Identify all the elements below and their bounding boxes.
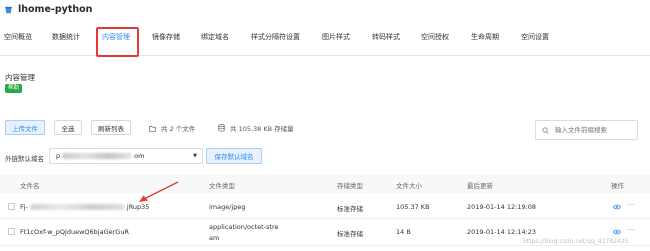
tab-overview[interactable]: 空间概览 <box>4 32 32 42</box>
more-icon[interactable]: ··· <box>627 201 635 209</box>
tab-statistics[interactable]: 数据统计 <box>52 32 80 42</box>
page-title: 内容管理 <box>5 73 35 82</box>
file-name-prefix: Fj- <box>20 203 28 211</box>
file-count-text: 共 2 个文件 <box>161 125 196 133</box>
file-size: 105.37 KB <box>396 203 430 211</box>
storage-type: 标准存储 <box>337 230 363 238</box>
tab-mirror-storage[interactable]: 镜像存储 <box>152 32 180 42</box>
file-name-redacted <box>29 204 125 210</box>
domain-redacted <box>62 153 133 159</box>
table-row[interactable]: Fj-jRup35 image/jpeg 标准存储 105.37 KB 2019… <box>0 195 650 219</box>
search-input[interactable] <box>555 126 635 134</box>
upload-button[interactable]: 上传文件 <box>5 120 45 135</box>
last-updated: 2019-01-14 12:14:23 <box>467 228 537 236</box>
file-size: 14 B <box>396 228 411 236</box>
storage-total-text: 共 105.38 KB 存储量 <box>230 125 294 133</box>
tab-image-style[interactable]: 图片样式 <box>322 32 350 42</box>
bucket-name: lhome-python <box>18 3 93 15</box>
domain-label: 外链默认域名 <box>5 155 44 163</box>
last-updated: 2019-01-14 12:19:08 <box>467 203 537 211</box>
refresh-button[interactable]: 刷新列表 <box>91 120 131 135</box>
watermark: https://blog.csdn.net/qq_41782425 <box>523 238 629 245</box>
file-type: image/jpeg <box>209 203 246 211</box>
eye-icon[interactable] <box>613 229 621 235</box>
column-header-actions: 操作 <box>611 182 624 190</box>
column-header-type: 文件类型 <box>209 182 235 190</box>
search-box[interactable] <box>535 120 638 140</box>
annotation-arrow-icon <box>139 181 179 202</box>
bucket-header: lhome-python <box>4 2 92 16</box>
file-count: 共 2 个文件 <box>149 123 195 133</box>
tab-bind-domain[interactable]: 绑定域名 <box>201 32 229 42</box>
search-icon <box>542 126 549 134</box>
row-checkbox[interactable] <box>8 203 15 210</box>
file-type-line1: application/octet-stre <box>209 223 279 231</box>
domain-prefix: p <box>56 152 61 160</box>
file-name[interactable]: Fj-jRup35 <box>20 203 149 211</box>
eye-icon[interactable] <box>613 204 621 210</box>
help-badge[interactable]: 帮助 <box>5 84 23 93</box>
tab-transcode-style[interactable]: 转码样式 <box>372 32 400 42</box>
tab-authorization[interactable]: 空间授权 <box>421 32 449 42</box>
save-domain-button[interactable]: 保存默认域名 <box>206 148 262 164</box>
select-all-button[interactable]: 全选 <box>54 120 82 135</box>
file-name[interactable]: Ft1cOxf-w_pQjduewQ6bjaGerGuR <box>20 228 129 236</box>
file-type-line2: am <box>209 234 220 242</box>
chevron-down-icon: ▼ <box>193 153 197 159</box>
folder-icon <box>149 125 156 132</box>
storage-type: 标准存储 <box>337 205 363 213</box>
cloud-icon <box>5 6 12 13</box>
column-header-filename: 文件名 <box>20 182 40 190</box>
more-icon[interactable]: ··· <box>627 226 635 234</box>
row-checkbox[interactable] <box>8 228 15 235</box>
column-header-updated: 最后更新 <box>467 182 493 190</box>
file-name-suffix: jRup35 <box>126 203 150 211</box>
column-header-storage: 存储类型 <box>337 182 363 190</box>
tab-style-separator[interactable]: 样式分隔符设置 <box>251 32 300 42</box>
active-tab-highlight <box>96 27 139 57</box>
domain-select[interactable]: p om ▼ <box>49 148 203 164</box>
domain-suffix: om <box>134 152 145 160</box>
column-header-size: 文件大小 <box>396 182 422 190</box>
table-header: 文件名 文件类型 存储类型 文件大小 最后更新 操作 <box>0 175 650 193</box>
database-icon <box>218 124 225 132</box>
tab-settings[interactable]: 空间设置 <box>521 32 549 42</box>
tab-lifecycle[interactable]: 生命周期 <box>471 32 499 42</box>
storage-total: 共 105.38 KB 存储量 <box>218 123 294 133</box>
